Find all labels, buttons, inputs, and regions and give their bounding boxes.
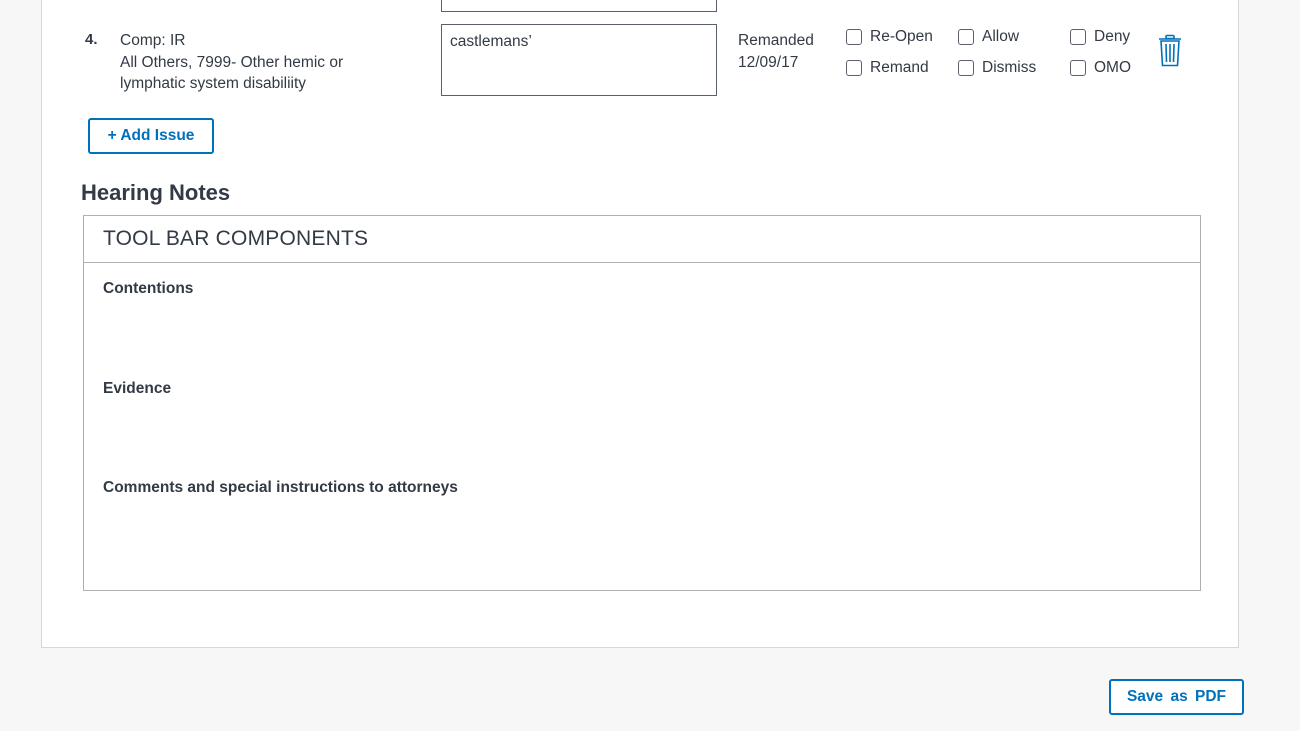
omo-label: OMO xyxy=(1094,59,1132,76)
allow-label: Allow xyxy=(982,28,1020,45)
evidence-label: Evidence xyxy=(103,380,172,397)
issue-program: Comp: IR xyxy=(120,32,186,49)
editor-toolbar: TOOL BAR COMPONENTS xyxy=(84,216,1200,263)
checkbox-box[interactable] xyxy=(958,29,974,45)
contentions-label: Contentions xyxy=(103,280,194,297)
previous-issue-note-field[interactable] xyxy=(441,0,717,12)
dismiss-label: Dismiss xyxy=(982,59,1037,76)
issue-description-line-2: lymphatic system disabiliity xyxy=(120,75,307,92)
issue-status: Remanded 12/09/17 xyxy=(738,30,814,74)
omo-checkbox[interactable]: OMO xyxy=(1070,59,1131,77)
issue-note-field[interactable]: castlemans’ xyxy=(441,24,717,96)
comments-label: Comments and special instructions to att… xyxy=(103,479,458,496)
checkbox-box[interactable] xyxy=(958,60,974,76)
reopen-label: Re-Open xyxy=(870,28,933,45)
hearing-notes-editor[interactable]: TOOL BAR COMPONENTS Contentions Evidence… xyxy=(83,215,1201,591)
deny-label: Deny xyxy=(1094,28,1131,45)
toolbar-label: TOOL BAR COMPONENTS xyxy=(103,227,369,250)
save-as-pdf-button[interactable]: Save as PDF xyxy=(1109,679,1244,715)
add-issue-button[interactable]: + Add Issue xyxy=(88,118,214,154)
issue-number: 4. xyxy=(85,31,98,48)
issue-description-line-1: All Others, 7999- Other hemic or xyxy=(120,53,344,71)
checkbox-box[interactable] xyxy=(846,29,862,45)
reopen-checkbox[interactable]: Re-Open xyxy=(846,28,933,46)
remand-label: Remand xyxy=(870,59,929,76)
checkbox-box[interactable] xyxy=(1070,60,1086,76)
checkbox-box[interactable] xyxy=(846,60,862,76)
status-date: 12/09/17 xyxy=(738,54,799,71)
remand-checkbox[interactable]: Remand xyxy=(846,59,929,77)
hearing-notes-title: Hearing Notes xyxy=(81,180,231,205)
trash-icon[interactable] xyxy=(1157,34,1183,68)
deny-checkbox[interactable]: Deny xyxy=(1070,28,1130,46)
issue-description: Comp: IR All Others, 7999- Other hemic o… xyxy=(120,30,420,95)
allow-checkbox[interactable]: Allow xyxy=(958,28,1019,46)
checkbox-box[interactable] xyxy=(1070,29,1086,45)
status-label: Remanded xyxy=(738,32,814,49)
dismiss-checkbox[interactable]: Dismiss xyxy=(958,59,1036,77)
